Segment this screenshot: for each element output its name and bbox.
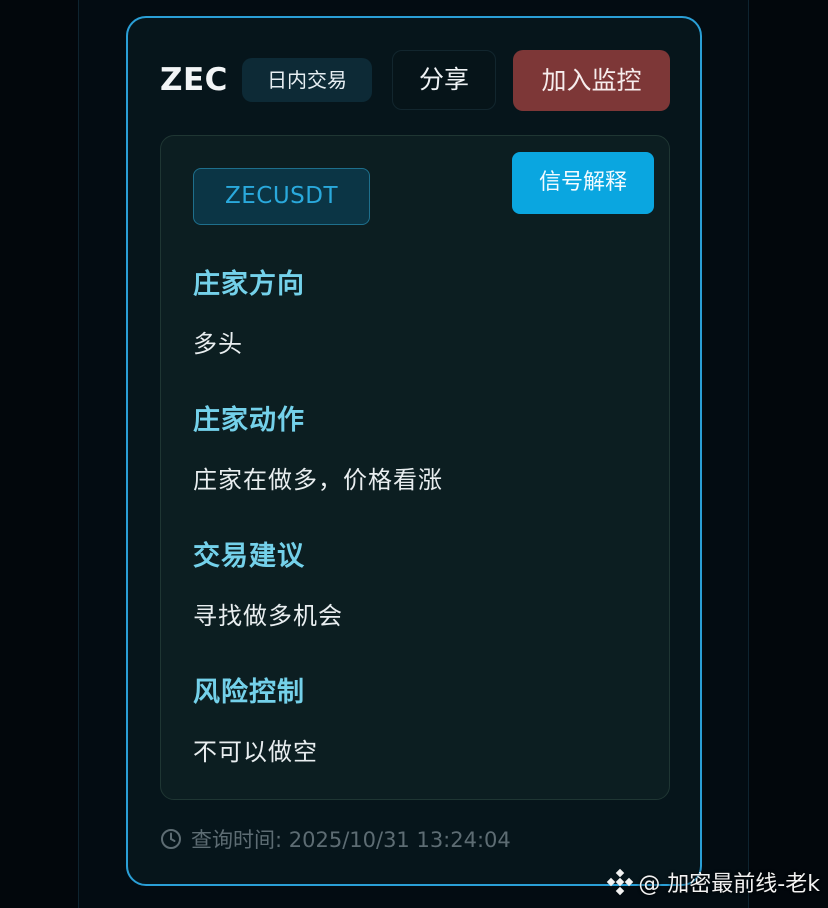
- section-value-action: 庄家在做多，价格看涨: [193, 466, 443, 494]
- section-title-action: 庄家动作: [193, 405, 305, 436]
- binance-square-icon: [607, 868, 634, 896]
- section-value-suggestion: 寻找做多机会: [193, 602, 343, 630]
- signal-explain-button[interactable]: 信号解释: [512, 152, 654, 214]
- card-header: ZEC 日内交易 分享 加入监控: [160, 50, 670, 112]
- signal-card: ZEC 日内交易 分享 加入监控 ZECUSDT 信号解释 庄家方向 多头 庄家…: [126, 16, 702, 886]
- section-value-risk: 不可以做空: [193, 738, 318, 766]
- section-title-direction: 庄家方向: [193, 269, 305, 300]
- signal-panel: ZECUSDT 信号解释 庄家方向 多头 庄家动作 庄家在做多，价格看涨 交易建…: [160, 135, 670, 800]
- section-value-direction: 多头: [193, 330, 243, 358]
- trade-mode-badge: 日内交易: [242, 58, 372, 102]
- share-button[interactable]: 分享: [392, 50, 496, 110]
- app-screen: ZEC 日内交易 分享 加入监控 ZECUSDT 信号解释 庄家方向 多头 庄家…: [0, 0, 828, 908]
- query-time: 查询时间: 2025/10/31 13:24:04: [160, 824, 511, 854]
- add-to-monitor-button[interactable]: 加入监控: [513, 50, 670, 111]
- section-title-suggestion: 交易建议: [193, 541, 305, 572]
- clock-icon: [161, 829, 181, 849]
- coin-title: ZEC: [160, 62, 228, 98]
- symbol-tag: ZECUSDT: [193, 168, 370, 225]
- watermark-text: @ 加密最前线-老k: [638, 872, 820, 897]
- query-time-text: 查询时间: 2025/10/31 13:24:04: [191, 828, 511, 852]
- section-title-risk: 风险控制: [193, 677, 305, 708]
- watermark: @ 加密最前线-老k: [606, 866, 820, 898]
